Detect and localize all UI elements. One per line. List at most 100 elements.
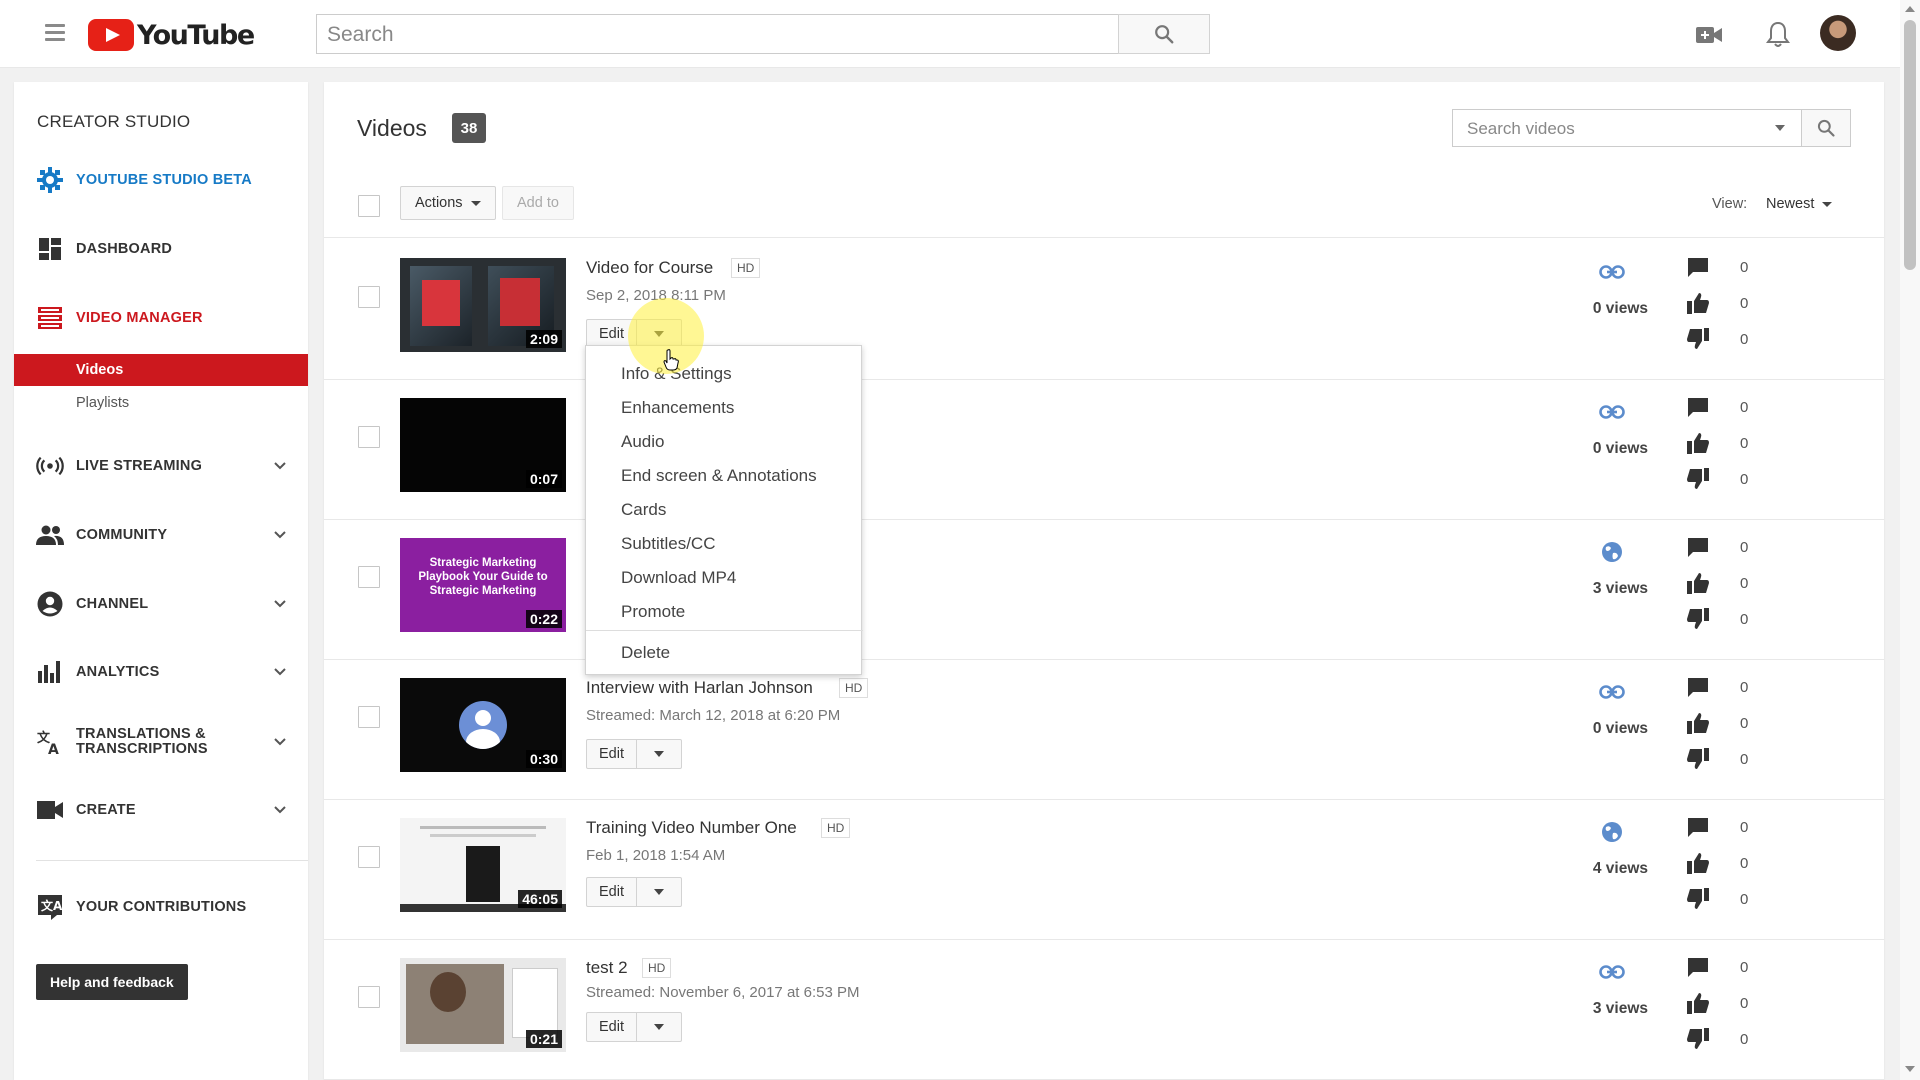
edit-button-group[interactable]: Edit <box>586 739 682 769</box>
menu-item-info-settings[interactable]: Info & Settings <box>586 357 863 391</box>
edit-button-group[interactable]: Edit <box>586 877 682 907</box>
caret-down-icon[interactable] <box>1775 125 1785 131</box>
edit-button-group[interactable]: Edit <box>586 1012 682 1042</box>
dislikes-stat[interactable]: 0 <box>1686 886 1796 912</box>
comments-stat[interactable]: 0 <box>1686 674 1796 700</box>
video-thumbnail[interactable]: 0:21 <box>400 958 566 1052</box>
edit-dropdown-toggle[interactable] <box>637 1013 681 1041</box>
chevron-down-icon[interactable] <box>274 666 286 678</box>
likes-stat[interactable]: 0 <box>1686 710 1796 736</box>
privacy-status[interactable] <box>1598 818 1626 846</box>
privacy-status[interactable] <box>1598 958 1626 986</box>
menu-item-audio[interactable]: Audio <box>586 425 863 459</box>
nav-community[interactable]: COMMUNITY <box>14 513 308 557</box>
chevron-down-icon[interactable] <box>274 598 286 610</box>
chevron-down-icon[interactable] <box>274 804 286 816</box>
nav-live-streaming[interactable]: LIVE STREAMING <box>14 444 308 488</box>
video-thumbnail[interactable]: Strategic Marketing Playbook Your Guide … <box>400 538 566 632</box>
select-all-checkbox[interactable] <box>358 195 380 217</box>
notifications-button[interactable] <box>1763 20 1793 50</box>
video-thumbnail[interactable]: 46:05 <box>400 818 566 912</box>
nav-dashboard[interactable]: DASHBOARD <box>14 227 308 271</box>
nav-youtube-studio-beta[interactable]: YOUTUBE STUDIO BETA <box>14 158 308 202</box>
privacy-status[interactable] <box>1598 538 1626 566</box>
dislikes-stat[interactable]: 0 <box>1686 466 1796 492</box>
privacy-status[interactable] <box>1598 678 1626 706</box>
nav-translations[interactable]: 文A TRANSLATIONS & TRANSCRIPTIONS <box>14 720 308 764</box>
row-checkbox[interactable] <box>358 986 380 1008</box>
nav-create[interactable]: CREATE <box>14 788 308 832</box>
menu-item-cards[interactable]: Cards <box>586 493 863 527</box>
view-sort-dropdown[interactable]: Newest <box>1766 196 1833 212</box>
comments-stat[interactable]: 0 <box>1686 534 1796 560</box>
chevron-down-icon[interactable] <box>274 736 286 748</box>
edit-dropdown-toggle[interactable] <box>637 878 681 906</box>
sidebar-item-videos[interactable]: Videos <box>14 354 308 386</box>
edit-dropdown-toggle[interactable] <box>637 320 681 348</box>
youtube-logo[interactable]: YouTube <box>88 18 255 52</box>
search-input[interactable]: Search <box>316 14 1118 54</box>
comments-stat[interactable]: 0 <box>1686 394 1796 420</box>
video-title[interactable]: Video for Course <box>586 258 713 278</box>
search-button[interactable] <box>1118 14 1210 54</box>
edit-button[interactable]: Edit <box>587 740 637 768</box>
privacy-status[interactable] <box>1598 398 1626 426</box>
video-title[interactable]: Interview with Harlan Johnson <box>586 678 813 698</box>
nav-your-contributions[interactable]: 文A YOUR CONTRIBUTIONS <box>14 885 308 929</box>
dislikes-stat[interactable]: 0 <box>1686 326 1796 352</box>
link-icon <box>1599 685 1625 699</box>
chevron-down-icon[interactable] <box>274 529 286 541</box>
page-scrollbar[interactable] <box>1900 0 1920 1080</box>
menu-item-end-screen[interactable]: End screen & Annotations <box>586 459 863 493</box>
likes-stat[interactable]: 0 <box>1686 570 1796 596</box>
video-thumbnail[interactable]: 0:30 <box>400 678 566 772</box>
account-avatar[interactable] <box>1820 15 1856 51</box>
scrollbar-thumb[interactable] <box>1904 20 1916 270</box>
menu-item-enhancements[interactable]: Enhancements <box>586 391 863 425</box>
menu-item-download-mp4[interactable]: Download MP4 <box>586 561 863 595</box>
row-checkbox[interactable] <box>358 566 380 588</box>
likes-stat[interactable]: 0 <box>1686 290 1796 316</box>
likes-stat[interactable]: 0 <box>1686 990 1796 1016</box>
dislikes-stat[interactable]: 0 <box>1686 606 1796 632</box>
comments-stat[interactable]: 0 <box>1686 954 1796 980</box>
video-title[interactable]: test 2 <box>586 958 628 978</box>
upload-video-button[interactable] <box>1694 20 1724 50</box>
dislikes-stat[interactable]: 0 <box>1686 746 1796 772</box>
row-checkbox[interactable] <box>358 846 380 868</box>
menu-item-delete[interactable]: Delete <box>586 636 863 670</box>
actions-dropdown[interactable]: Actions <box>400 186 496 220</box>
scroll-up-arrow-icon[interactable] <box>1905 6 1915 12</box>
video-title[interactable]: Training Video Number One <box>586 818 797 838</box>
hd-badge: HD <box>731 258 761 278</box>
chevron-down-icon[interactable] <box>274 460 286 472</box>
nav-analytics[interactable]: ANALYTICS <box>14 650 308 694</box>
menu-icon[interactable] <box>45 24 65 42</box>
comments-stat[interactable]: 0 <box>1686 814 1796 840</box>
edit-dropdown-toggle[interactable] <box>637 740 681 768</box>
search-videos-input[interactable]: Search videos <box>1452 109 1802 147</box>
edit-button[interactable]: Edit <box>587 878 637 906</box>
privacy-status[interactable] <box>1598 258 1626 286</box>
video-camera-plus-icon <box>1696 27 1722 43</box>
menu-item-subtitles[interactable]: Subtitles/CC <box>586 527 863 561</box>
row-checkbox[interactable] <box>358 426 380 448</box>
row-checkbox[interactable] <box>358 706 380 728</box>
search-videos-button[interactable] <box>1801 109 1851 147</box>
likes-stat[interactable]: 0 <box>1686 430 1796 456</box>
dislikes-stat[interactable]: 0 <box>1686 1026 1796 1052</box>
nav-video-manager[interactable]: VIDEO MANAGER <box>14 296 308 340</box>
likes-stat[interactable]: 0 <box>1686 850 1796 876</box>
comments-stat[interactable]: 0 <box>1686 254 1796 280</box>
edit-button[interactable]: Edit <box>587 1013 637 1041</box>
scroll-down-arrow-icon[interactable] <box>1905 1066 1915 1072</box>
nav-channel[interactable]: CHANNEL <box>14 582 308 626</box>
row-checkbox[interactable] <box>358 286 380 308</box>
menu-item-promote[interactable]: Promote <box>586 595 863 629</box>
sidebar-item-playlists[interactable]: Playlists <box>14 387 308 419</box>
edit-button[interactable]: Edit <box>587 320 637 348</box>
video-thumbnail[interactable]: 2:09 <box>400 258 566 352</box>
help-feedback-button[interactable]: Help and feedback <box>36 964 188 1000</box>
video-thumbnail[interactable]: 0:07 <box>400 398 566 492</box>
add-to-button[interactable]: Add to <box>502 186 574 220</box>
